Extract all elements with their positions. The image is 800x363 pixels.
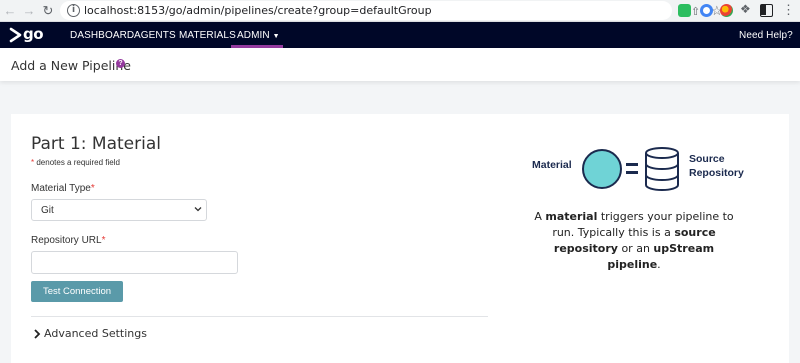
equals-icon xyxy=(626,163,638,174)
material-description: A material triggers your pipeline to run… xyxy=(529,209,739,273)
part-title: Part 1: Material xyxy=(31,134,161,154)
required-star: * xyxy=(90,183,95,194)
desc-text: . xyxy=(657,258,661,271)
extensions-puzzle-icon[interactable]: ❖ xyxy=(740,2,751,16)
nav-admin[interactable]: ADMIN ▼ xyxy=(237,30,280,41)
page-header: Add a New Pipeline ? xyxy=(0,48,800,81)
need-help-link[interactable]: Need Help? xyxy=(739,30,793,41)
desc-text: or an xyxy=(617,242,654,255)
chevron-down-icon: ▼ xyxy=(272,33,280,40)
site-info-icon[interactable]: i xyxy=(67,4,80,17)
required-star: * xyxy=(31,158,35,167)
material-illustration xyxy=(582,147,679,191)
source-label-line1: Source xyxy=(689,153,725,165)
material-circle-icon xyxy=(582,149,622,189)
required-note: * denotes a required field xyxy=(31,158,120,167)
material-type-label: Material Type* xyxy=(31,183,95,194)
share-icon[interactable]: ⇧ xyxy=(691,5,700,18)
nav-admin-label: ADMIN xyxy=(237,30,270,41)
nav-agents[interactable]: AGENTS xyxy=(134,30,176,41)
back-arrow-icon[interactable]: ← xyxy=(2,3,18,19)
page-title: Add a New Pipeline xyxy=(11,58,131,73)
app-header: go DASHBOARD AGENTS MATERIALS ADMIN ▼ Ne… xyxy=(0,22,800,48)
source-label-line2: Repository xyxy=(689,167,744,179)
required-star: * xyxy=(101,235,106,246)
go-logo-icon[interactable] xyxy=(8,26,24,44)
material-card: Part 1: Material * denotes a required fi… xyxy=(11,114,789,363)
advanced-settings-toggle[interactable]: Advanced Settings xyxy=(44,327,147,340)
forward-arrow-icon[interactable]: → xyxy=(21,3,37,19)
help-icon[interactable]: ? xyxy=(116,59,125,68)
illustration-source-label: Source Repository xyxy=(689,152,744,180)
test-connection-button[interactable]: Test Connection xyxy=(31,281,123,302)
address-bar[interactable]: i localhost:8153/go/admin/pipelines/crea… xyxy=(60,1,723,20)
material-type-select[interactable]: Git xyxy=(31,199,207,221)
chevron-down-icon xyxy=(194,207,202,212)
nav-materials[interactable]: MATERIALS xyxy=(179,30,236,41)
side-panel-icon[interactable] xyxy=(760,4,773,17)
material-type-label-text: Material Type xyxy=(31,183,91,194)
required-note-text: denotes a required field xyxy=(36,158,120,167)
material-type-value: Git xyxy=(41,205,54,216)
nav-dashboard[interactable]: DASHBOARD xyxy=(70,30,134,41)
evernote-extension-icon[interactable] xyxy=(678,4,691,17)
url-text[interactable]: localhost:8153/go/admin/pipelines/create… xyxy=(84,4,432,17)
repository-url-label-text: Repository URL xyxy=(31,235,102,246)
repository-url-input[interactable] xyxy=(31,251,238,274)
illustration-material-label: Material xyxy=(532,159,572,171)
chevron-right-icon[interactable] xyxy=(33,329,41,339)
database-icon xyxy=(645,147,679,191)
desc-bold: material xyxy=(545,210,598,223)
extension-circle-icon[interactable] xyxy=(700,4,713,17)
repository-url-label: Repository URL* xyxy=(31,235,106,246)
desc-text: A xyxy=(534,210,546,223)
browser-menu-icon[interactable]: ⋮ xyxy=(782,2,795,18)
reload-icon[interactable]: ↻ xyxy=(40,3,56,19)
browser-toolbar: ← → ↻ i localhost:8153/go/admin/pipeline… xyxy=(0,0,800,22)
divider xyxy=(31,316,488,317)
color-picker-extension-icon[interactable] xyxy=(720,4,733,17)
logo-text[interactable]: go xyxy=(23,25,44,43)
